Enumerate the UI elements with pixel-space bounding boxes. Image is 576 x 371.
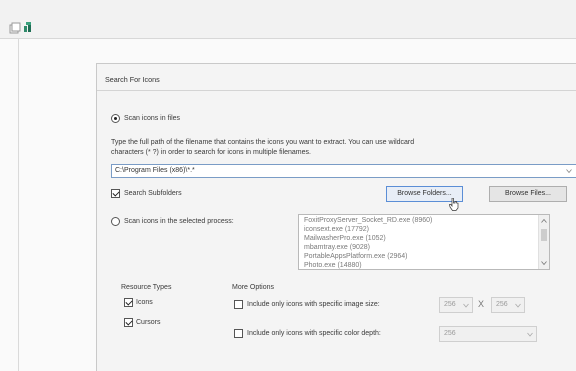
list-item[interactable]: Photo.exe (14880) — [304, 262, 362, 269]
list-item[interactable]: MailwasherPro.exe (1052) — [304, 235, 386, 242]
path-input-value: C:\Program Files (x86)\*.* — [115, 167, 195, 174]
scrollbar[interactable] — [538, 215, 549, 269]
scan-files-label[interactable]: Scan icons in files — [124, 115, 180, 122]
scan-process-radio[interactable] — [111, 217, 120, 226]
list-item[interactable]: PortableAppsPlatform.exe (2964) — [304, 253, 408, 260]
scan-files-radio[interactable] — [111, 114, 120, 123]
app-icon[interactable] — [22, 21, 34, 33]
process-list[interactable]: FoxitProxyServer_Socket_RD.exe (8960) ic… — [298, 214, 550, 270]
scan-process-label[interactable]: Scan icons in the selected process: — [124, 218, 234, 225]
instructions-text: Type the full path of the filename that … — [111, 139, 415, 146]
chevron-up-icon[interactable] — [541, 218, 547, 224]
size-width-value: 256 — [444, 301, 456, 308]
resource-types-title: Resource Types — [121, 284, 172, 291]
chevron-down-icon[interactable] — [527, 332, 533, 337]
scroll-thumb[interactable] — [541, 229, 547, 241]
dialog-title: Search For Icons — [105, 75, 160, 84]
properties-icon[interactable] — [9, 22, 21, 34]
more-options-title: More Options — [232, 284, 275, 291]
chevron-down-icon[interactable] — [515, 303, 521, 308]
search-subfolders-label[interactable]: Search Subfolders — [124, 190, 182, 197]
cursors-label[interactable]: Cursors — [136, 319, 161, 326]
path-input[interactable]: C:\Program Files (x86)\*.* — [111, 164, 576, 178]
specific-depth-label[interactable]: Include only icons with specific color d… — [247, 330, 381, 337]
browse-files-button[interactable]: Browse Files... — [489, 186, 567, 202]
cursors-checkbox[interactable] — [124, 318, 133, 327]
icons-label[interactable]: Icons — [136, 299, 153, 306]
instructions-text: characters (* ?) in order to search for … — [111, 149, 311, 156]
cursor-icon — [449, 198, 459, 211]
chevron-down-icon[interactable] — [463, 303, 469, 308]
list-item[interactable]: FoxitProxyServer_Socket_RD.exe (8960) — [304, 217, 432, 224]
size-height-select[interactable]: 256 — [491, 297, 525, 313]
list-item[interactable]: iconsext.exe (17792) — [304, 226, 369, 233]
search-subfolders-checkbox[interactable] — [111, 189, 120, 198]
specific-size-label[interactable]: Include only icons with specific image s… — [247, 301, 380, 308]
size-x-label: X — [478, 299, 485, 309]
specific-depth-checkbox[interactable] — [234, 329, 243, 338]
icons-checkbox[interactable] — [124, 298, 133, 307]
list-item[interactable]: mbamtray.exe (9028) — [304, 244, 370, 251]
search-for-icons-dialog: Search For Icons Scan icons in files Typ… — [96, 63, 576, 371]
chevron-down-icon[interactable] — [566, 168, 572, 174]
chevron-down-icon[interactable] — [541, 260, 547, 266]
color-depth-select[interactable]: 256 — [439, 326, 537, 342]
size-height-value: 256 — [496, 301, 508, 308]
size-width-select[interactable]: 256 — [439, 297, 473, 313]
divider — [18, 38, 19, 371]
specific-size-checkbox[interactable] — [234, 300, 243, 309]
toolbar — [0, 0, 576, 38]
divider — [97, 90, 576, 91]
color-depth-value: 256 — [444, 330, 456, 337]
